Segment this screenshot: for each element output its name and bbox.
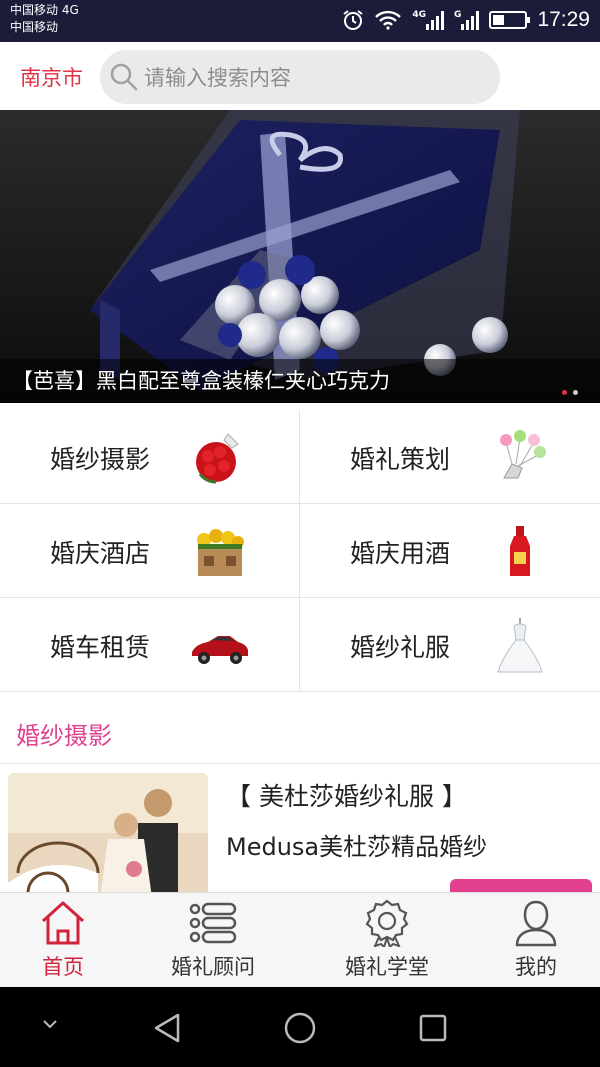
nav-label: 婚礼学堂 xyxy=(345,955,429,979)
network-type-g: G xyxy=(454,10,462,20)
nav-profile[interactable]: 我的 xyxy=(461,893,600,988)
category-label: 婚纱摄影 xyxy=(50,445,151,474)
back-icon[interactable] xyxy=(150,1011,184,1045)
category-label: 婚礼策划 xyxy=(350,445,451,474)
search-icon xyxy=(110,63,138,91)
category-wedding-hotel[interactable]: 婚庆酒店 xyxy=(0,504,300,598)
wedding-dress-icon xyxy=(497,618,543,673)
clock-time: 17:29 xyxy=(537,8,590,31)
category-grid: 婚纱摄影 婚礼策划 婚庆酒店 婚庆用酒 婚车租赁 婚纱礼服 xyxy=(0,410,600,694)
section-header: 婚纱摄影 xyxy=(0,700,600,764)
rose-bouquet-icon xyxy=(196,433,239,484)
listing-title: 【 美杜莎婚纱礼服 】 xyxy=(226,782,467,811)
category-label: 婚庆酒店 xyxy=(50,539,151,568)
section-title: 婚纱摄影 xyxy=(16,722,112,750)
nav-wedding-consultant[interactable]: 婚礼顾问 xyxy=(138,893,288,988)
city-selector[interactable]: 南京市 xyxy=(20,62,83,92)
listing-thumbnail xyxy=(8,773,208,893)
category-label: 婚纱礼服 xyxy=(350,633,451,662)
category-wedding-planning[interactable]: 婚礼策划 xyxy=(300,410,600,504)
category-label: 婚车租赁 xyxy=(50,633,151,662)
alarm-icon xyxy=(343,10,363,30)
banner-caption: 【芭喜】黑白配至尊盒装榛仁夹心巧克力 xyxy=(0,359,600,403)
listing-action-button[interactable] xyxy=(450,879,592,893)
listing-card[interactable]: 【 美杜莎婚纱礼服 】 Medusa美杜莎精品婚纱 xyxy=(0,765,600,893)
flower-house-icon xyxy=(197,529,244,576)
bottom-navigation: 首页 婚礼顾问 婚礼学堂 我的 xyxy=(0,892,600,987)
carousel-indicator xyxy=(562,390,578,395)
nav-home[interactable]: 首页 xyxy=(0,893,138,988)
nav-label: 首页 xyxy=(42,955,84,979)
category-wedding-wine[interactable]: 婚庆用酒 xyxy=(300,504,600,598)
list-icon xyxy=(189,902,237,944)
search-bar[interactable]: 请输入搜索内容 xyxy=(100,50,500,104)
wine-bottle-icon xyxy=(510,526,530,576)
promo-banner[interactable]: 【芭喜】黑白配至尊盒装榛仁夹心巧克力 xyxy=(0,110,600,403)
network-type-4g: 4G xyxy=(412,10,427,20)
collapse-chevron-icon[interactable] xyxy=(40,1017,60,1031)
carousel-dot[interactable] xyxy=(573,390,578,395)
carousel-dot[interactable] xyxy=(562,390,567,395)
search-input[interactable]: 请输入搜索内容 xyxy=(144,62,291,92)
nav-label: 我的 xyxy=(515,955,557,979)
balloons-icon xyxy=(500,430,546,479)
recent-apps-icon[interactable] xyxy=(416,1011,450,1045)
carrier-line-2: 中国移动 xyxy=(10,20,59,34)
category-wedding-photography[interactable]: 婚纱摄影 xyxy=(0,410,300,504)
nav-wedding-school[interactable]: 婚礼学堂 xyxy=(312,893,462,988)
system-navigation-bar xyxy=(0,987,600,1067)
home-icon xyxy=(41,901,85,945)
signal-4g-icon: 4G xyxy=(412,10,445,30)
nav-label: 婚礼顾问 xyxy=(171,955,255,979)
user-icon xyxy=(515,900,557,947)
category-label: 婚庆用酒 xyxy=(350,539,451,568)
battery-icon xyxy=(489,11,531,29)
category-wedding-dress[interactable]: 婚纱礼服 xyxy=(300,598,600,692)
signal-g-icon: G xyxy=(454,10,480,30)
app-header: 南京市 请输入搜索内容 xyxy=(0,42,600,110)
carrier-line-1: 中国移动 4G xyxy=(10,3,79,17)
carrier-info: 中国移动 4G 中国移动 xyxy=(10,2,79,36)
status-bar: 中国移动 4G 中国移动 4G G 17:29 xyxy=(0,0,600,42)
badge-icon xyxy=(365,899,409,947)
wifi-icon xyxy=(375,10,402,30)
home-button-icon[interactable] xyxy=(283,1011,317,1045)
sports-car-icon xyxy=(192,636,248,664)
category-wedding-car[interactable]: 婚车租赁 xyxy=(0,598,300,692)
listing-subtitle: Medusa美杜莎精品婚纱 xyxy=(226,833,488,861)
